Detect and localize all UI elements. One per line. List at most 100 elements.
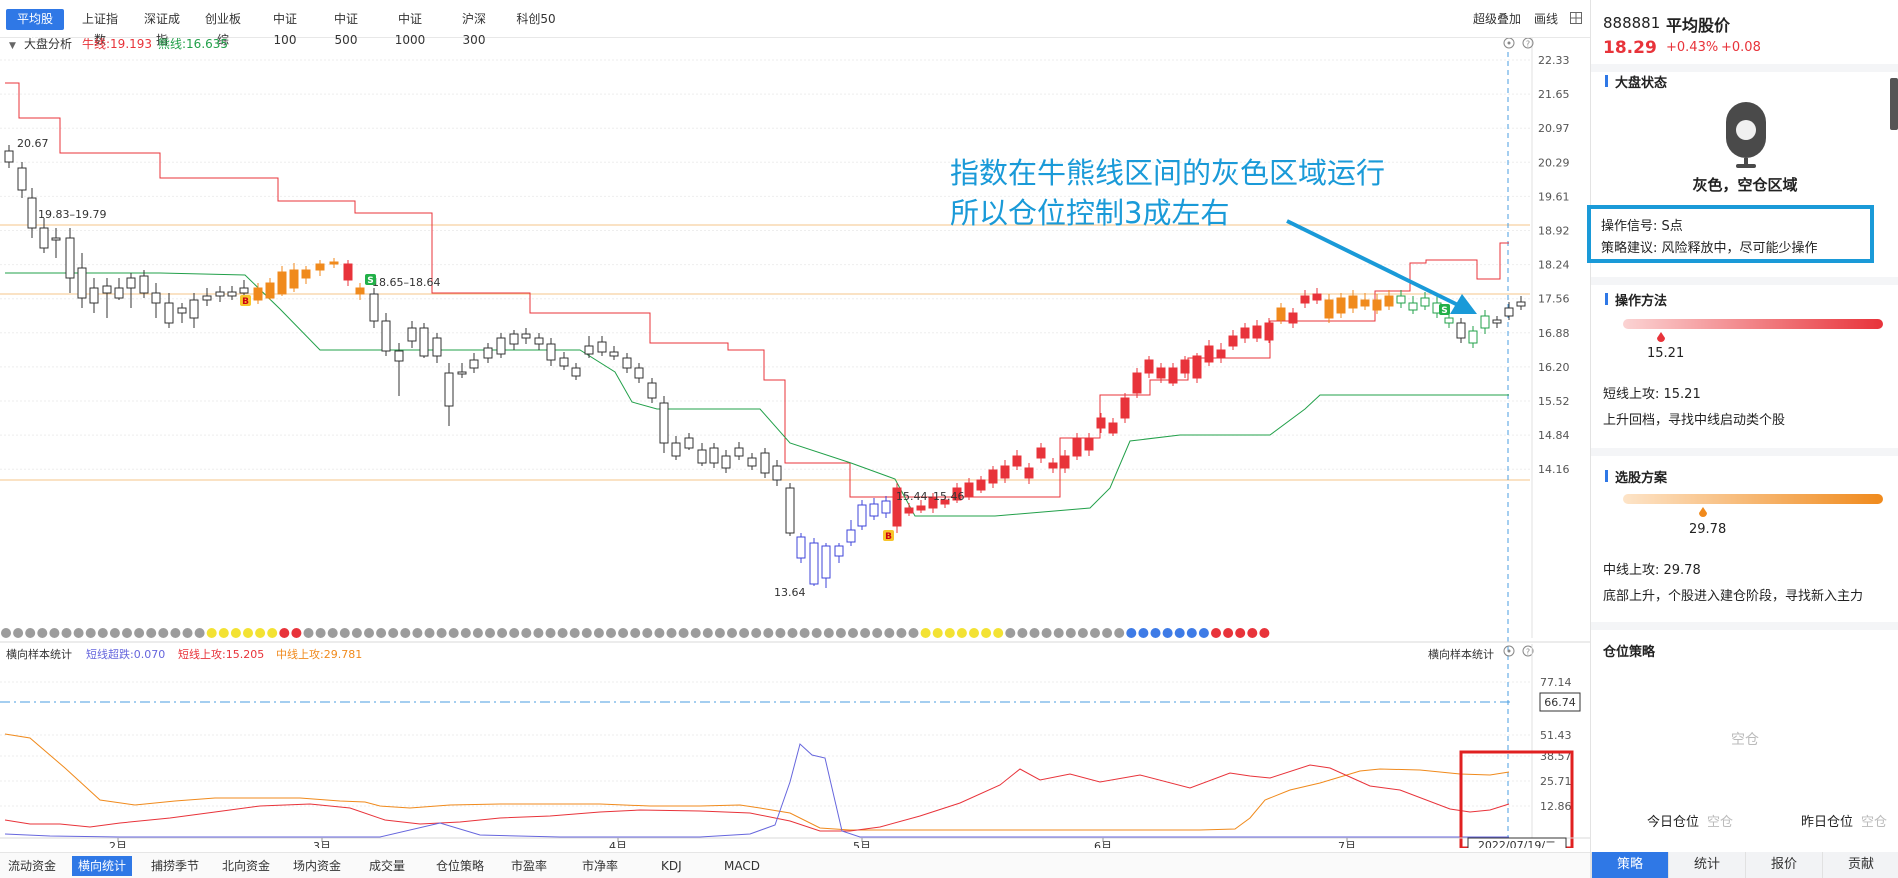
tab-csi500[interactable]: 中证500 <box>318 9 374 47</box>
btab-pb-ratio[interactable]: 市净率 <box>576 856 624 876</box>
chart-area[interactable]: ▼ 大盘分析 牛线:19.193 熊线:16.635 22.33 21.65 20.… <box>0 38 1590 848</box>
status-dot <box>1077 628 1088 638</box>
short-drop-line <box>4 743 1509 838</box>
status-dot <box>497 628 508 638</box>
draw-line-button[interactable]: 画线 <box>1534 9 1558 30</box>
candle-body <box>289 269 299 289</box>
status-dot <box>908 628 919 638</box>
status-dot <box>243 628 253 638</box>
tab-csi300[interactable]: 沪深300 <box>446 9 502 47</box>
btab-onfloor-funds[interactable]: 场内资金 <box>287 856 347 876</box>
btab-kdj[interactable]: KDJ <box>655 856 688 876</box>
status-dot <box>255 628 266 638</box>
candle-body <box>1276 307 1286 321</box>
status-dot <box>545 628 556 638</box>
btab-position-strategy[interactable]: 仓位策略 <box>430 856 490 876</box>
candle-body <box>571 367 581 377</box>
btab-horizontal-stats[interactable]: 横向统计 <box>72 856 133 876</box>
candle-body <box>432 337 442 357</box>
candle-body <box>301 269 311 279</box>
candle-body <box>1048 462 1058 469</box>
panel-tab-contribution[interactable]: 贡献 <box>1822 852 1898 878</box>
main-settings-icon[interactable] <box>1503 38 1515 49</box>
tab-csi1000[interactable]: 中证1000 <box>380 9 440 47</box>
btab-volume[interactable]: 成交量 <box>363 856 411 876</box>
status-dot <box>581 628 592 638</box>
status-dot <box>920 628 931 638</box>
panel-scroll-handle[interactable] <box>1890 78 1898 130</box>
candle-body <box>126 277 136 289</box>
status-dot <box>339 628 350 638</box>
candle-body <box>1300 295 1310 304</box>
separator <box>1591 622 1898 630</box>
status-dot <box>1041 628 1052 638</box>
candle-body <box>846 529 856 543</box>
tab-csi100[interactable]: 中证100 <box>258 9 312 47</box>
section-marker <box>1605 75 1608 87</box>
status-dot <box>799 628 810 638</box>
tab-chinext[interactable]: 创业板综 <box>195 9 251 47</box>
x-tick-label: 3月 <box>313 840 331 848</box>
btab-macd[interactable]: MACD <box>718 856 766 876</box>
status-dot <box>85 628 96 638</box>
status-dot <box>557 628 568 638</box>
candle-body <box>622 357 632 369</box>
status-dot <box>727 628 737 638</box>
overlay-button[interactable]: 超级叠加 <box>1473 9 1521 30</box>
market-state-title: 大盘状态 <box>1615 76 1668 91</box>
status-dot <box>1005 628 1016 638</box>
separator <box>1591 448 1898 456</box>
status-dot <box>593 628 604 638</box>
btab-liquidity[interactable]: 流动资金 <box>2 856 62 876</box>
buy-marker-2: B <box>883 530 894 542</box>
status-dot <box>37 628 48 638</box>
status-dot <box>146 628 157 638</box>
candle-body <box>89 287 99 304</box>
panel-tab-quote[interactable]: 报价 <box>1745 852 1822 878</box>
candle-body <box>1096 417 1106 429</box>
candle-body <box>1384 295 1394 307</box>
candle-body <box>734 447 744 457</box>
status-dot <box>521 628 532 638</box>
sell-marker-1: S <box>365 274 376 286</box>
candle-body <box>164 302 174 324</box>
candle-body <box>684 437 694 449</box>
tab-star50[interactable]: 科创50 <box>508 9 564 30</box>
btab-fishing-season[interactable]: 捕捞季节 <box>145 856 205 876</box>
today-position-value: 空仓 <box>1707 815 1734 830</box>
tab-shanghai-index[interactable]: 上证指数 <box>72 9 128 47</box>
status-dot <box>618 628 629 638</box>
x-tick-label: 7月 <box>1338 840 1356 848</box>
panel-tab-strategy[interactable]: 策略 <box>1591 852 1668 878</box>
tab-shenzhen-index[interactable]: 深证成指 <box>134 9 190 47</box>
status-dot <box>690 628 701 638</box>
status-dot <box>823 628 834 638</box>
annotation-low: 13.64 <box>774 586 806 599</box>
candle-body <box>253 287 263 301</box>
status-dot <box>291 628 302 638</box>
status-dot <box>787 628 798 638</box>
btab-pe-ratio[interactable]: 市盈率 <box>505 856 553 876</box>
status-dot <box>364 628 374 638</box>
price-tick-label: 20.29 <box>1538 156 1570 169</box>
sub-settings-icon[interactable] <box>1503 645 1515 657</box>
candle-body <box>1228 335 1238 347</box>
status-dot <box>1090 628 1100 638</box>
status-dot <box>13 628 24 638</box>
candle-body <box>277 271 287 295</box>
price-tick-label: 22.33 <box>1538 54 1570 67</box>
status-dot <box>993 628 1004 638</box>
candle-body <box>671 442 681 457</box>
grid-layout-icon[interactable] <box>1570 10 1582 31</box>
candle-body <box>1240 327 1250 339</box>
tab-average-price[interactable]: 平均股价 <box>6 9 64 47</box>
sub-tick-label: 12.86 <box>1540 800 1572 813</box>
svg-text:?: ? <box>1526 648 1530 657</box>
select-title: 选股方案 <box>1615 471 1668 486</box>
btab-northbound[interactable]: 北向资金 <box>216 856 276 876</box>
status-dot <box>1065 628 1076 638</box>
status-dot <box>158 628 169 638</box>
sub-legend-right-title: 横向样本统计 <box>1428 647 1494 661</box>
short-up-pin-icon <box>1657 331 1665 342</box>
panel-tab-statistics[interactable]: 统计 <box>1668 852 1745 878</box>
